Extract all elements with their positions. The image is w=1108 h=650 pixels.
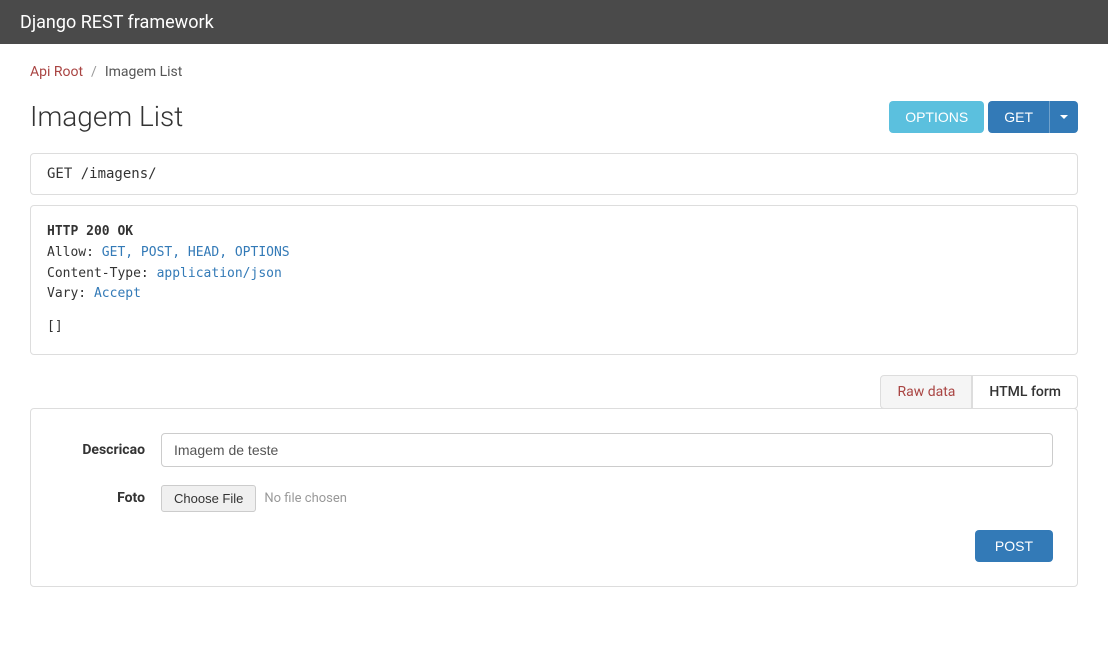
form-row-foto: Foto Choose File No file chosen	[55, 485, 1053, 512]
get-dropdown-button[interactable]	[1049, 101, 1078, 133]
response-content-type-line: Content-Type: application/json	[47, 264, 1061, 285]
choose-file-button[interactable]: Choose File	[161, 485, 256, 512]
response-vary-value: Accept	[94, 286, 141, 301]
descricao-label: Descricao	[55, 442, 145, 458]
no-file-chosen-text: No file chosen	[264, 491, 347, 506]
options-button[interactable]: OPTIONS	[889, 101, 984, 133]
response-allow-links[interactable]: GET, POST, HEAD, OPTIONS	[102, 245, 290, 260]
response-vary-label: Vary:	[47, 286, 86, 301]
response-status-line: HTTP 200 OK	[47, 222, 1061, 243]
form-footer: POST	[55, 530, 1053, 562]
file-input-wrapper: Choose File No file chosen	[161, 485, 347, 512]
response-box: HTTP 200 OK Allow: GET, POST, HEAD, OPTI…	[30, 205, 1078, 355]
tabs-area: Raw data HTML form	[30, 375, 1078, 409]
response-body: []	[47, 317, 1061, 338]
breadcrumb-separator: /	[91, 64, 97, 80]
response-content-type-value: application/json	[157, 266, 282, 281]
descricao-input[interactable]	[161, 433, 1053, 467]
page-title: Imagem List	[30, 100, 183, 133]
url-box: GET /imagens/	[30, 153, 1078, 195]
navbar: Django REST framework	[0, 0, 1108, 44]
navbar-brand: Django REST framework	[20, 12, 214, 33]
get-button-group: GET	[988, 101, 1078, 133]
breadcrumb-api-root[interactable]: Api Root	[30, 64, 83, 80]
response-content-type-label: Content-Type:	[47, 266, 149, 281]
tab-raw-data[interactable]: Raw data	[880, 375, 972, 409]
post-button[interactable]: POST	[975, 530, 1053, 562]
foto-label: Foto	[55, 490, 145, 506]
response-vary-line: Vary: Accept	[47, 284, 1061, 305]
tab-html-form[interactable]: HTML form	[972, 375, 1078, 409]
response-allow-line: Allow: GET, POST, HEAD, OPTIONS	[47, 243, 1061, 264]
get-button[interactable]: GET	[988, 101, 1049, 133]
header-buttons: OPTIONS GET	[889, 101, 1078, 133]
form-panel: Descricao Foto Choose File No file chose…	[30, 408, 1078, 587]
main-content: Api Root / Imagem List Imagem List OPTIO…	[0, 44, 1108, 607]
response-status: HTTP 200 OK	[47, 224, 133, 239]
form-row-descricao: Descricao	[55, 433, 1053, 467]
response-allow-label: Allow:	[47, 245, 94, 260]
breadcrumb: Api Root / Imagem List	[30, 64, 1078, 80]
breadcrumb-current: Imagem List	[105, 64, 183, 80]
page-header: Imagem List OPTIONS GET	[30, 100, 1078, 133]
caret-icon	[1060, 115, 1068, 119]
